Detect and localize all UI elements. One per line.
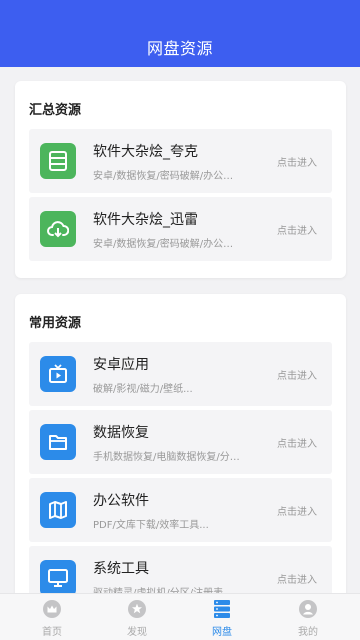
star-icon [128, 600, 146, 618]
item-title: 软件大杂烩_迅雷 [93, 212, 198, 228]
tab-netdisk[interactable]: 网盘 [178, 594, 266, 640]
item-title: 安卓应用 [93, 357, 149, 373]
divider [29, 542, 332, 544]
tab-home[interactable]: 首页 [8, 594, 96, 640]
common-section-title: 常用资源 [29, 316, 82, 331]
storage-icon [213, 600, 231, 618]
storage-icon [40, 143, 76, 179]
tv-play-icon [40, 356, 76, 392]
tab-me[interactable]: 我的 [264, 594, 352, 640]
list-item-office-software[interactable]: 办公软件 PDF/文库下载/效率工具... 点击进入 [29, 478, 332, 542]
item-title: 数据恢复 [93, 425, 149, 441]
enter-link[interactable]: 点击进入 [277, 571, 317, 586]
tab-label: 网盘 [212, 627, 232, 638]
tab-label: 首页 [42, 627, 62, 638]
enter-link[interactable]: 点击进入 [277, 222, 317, 237]
item-subtitle: PDF/文库下载/效率工具... [93, 520, 209, 531]
bottom-tab-bar: 首页 发现 网盘 我的 [0, 593, 360, 640]
summary-card: 汇总资源 软件大杂烩_夸克 安卓/数据恢复/密码破解/办公软件 点击进入 软件大… [15, 81, 346, 278]
list-item-android-apps[interactable]: 安卓应用 破解/影视/磁力/壁纸... 点击进入 [29, 342, 332, 406]
list-item-data-recovery[interactable]: 数据恢复 手机数据恢复/电脑数据恢复/分区恢复 点击进入 [29, 410, 332, 474]
folder-icon [40, 424, 76, 460]
page-title: 网盘资源 [146, 39, 213, 58]
divider [29, 406, 332, 408]
app-header: 网盘资源 [0, 0, 360, 67]
item-title: 办公软件 [93, 493, 149, 509]
map-book-icon [40, 492, 76, 528]
list-item-xunlei[interactable]: 软件大杂烩_迅雷 安卓/数据恢复/密码破解/办公软件 点击进入 [29, 197, 332, 261]
enter-link[interactable]: 点击进入 [277, 367, 317, 382]
divider [29, 474, 332, 476]
crown-icon [43, 600, 61, 618]
item-title: 系统工具 [93, 561, 149, 577]
summary-section-title: 汇总资源 [29, 103, 82, 118]
tab-label: 我的 [298, 627, 318, 638]
tab-discover[interactable]: 发现 [93, 594, 181, 640]
cloud-download-icon [40, 211, 76, 247]
enter-link[interactable]: 点击进入 [277, 154, 317, 169]
list-item-quark[interactable]: 软件大杂烩_夸克 安卓/数据恢复/密码破解/办公软件 点击进入 [29, 129, 332, 193]
item-subtitle: 安卓/数据恢复/密码破解/办公软件 [93, 171, 243, 182]
enter-link[interactable]: 点击进入 [277, 435, 317, 450]
item-title: 软件大杂烩_夸克 [93, 144, 198, 160]
common-card: 常用资源 安卓应用 破解/影视/磁力/壁纸... 点击进入 数据恢复 手机数据恢… [15, 294, 346, 604]
user-icon [299, 600, 317, 618]
monitor-icon [40, 560, 76, 596]
tab-label: 发现 [127, 627, 147, 638]
item-subtitle: 安卓/数据恢复/密码破解/办公软件 [93, 239, 243, 250]
enter-link[interactable]: 点击进入 [277, 503, 317, 518]
divider [29, 193, 332, 195]
item-subtitle: 手机数据恢复/电脑数据恢复/分区恢复 [93, 452, 243, 463]
item-subtitle: 破解/影视/磁力/壁纸... [93, 384, 193, 395]
